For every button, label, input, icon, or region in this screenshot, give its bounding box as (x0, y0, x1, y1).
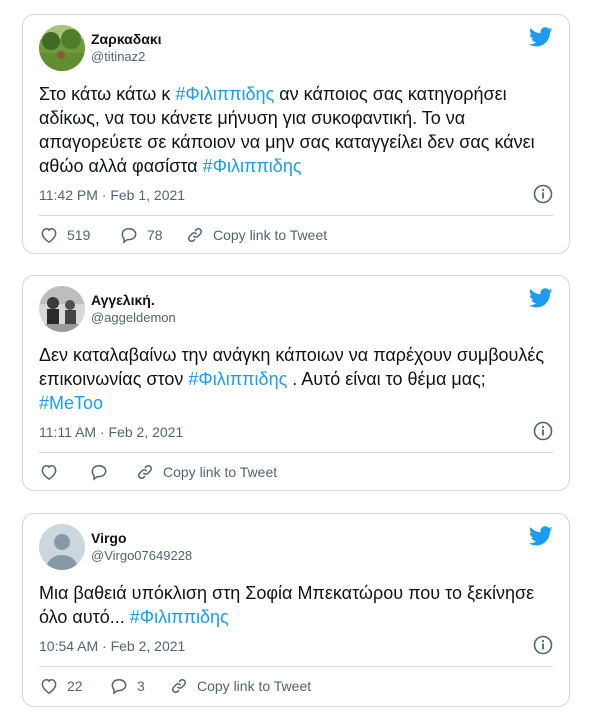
tweet-card[interactable]: Αγγελική. @aggeldemon Δεν καταλαβαίνω τη… (22, 275, 570, 491)
reply-button[interactable]: 3 (109, 675, 145, 697)
divider (39, 452, 553, 453)
hashtag-link[interactable]: #MeToo (39, 393, 103, 413)
avatar[interactable] (39, 25, 85, 71)
user-handle[interactable]: @titinaz2 (91, 49, 145, 64)
tweet-timestamp[interactable]: 11:42 PM · Feb 1, 2021 (39, 187, 185, 203)
tweet-timestamp[interactable]: 11:11 AM · Feb 2, 2021 (39, 424, 183, 440)
reply-count: 78 (147, 227, 163, 243)
tweet-text-part: Μια βαθειά υπόκλιση στη Σοφία Μπεκατώρου… (39, 583, 535, 627)
info-icon[interactable] (533, 184, 553, 204)
divider (39, 215, 553, 216)
divider (39, 666, 553, 667)
avatar[interactable] (39, 524, 85, 570)
reply-bubble-icon (111, 678, 127, 695)
hashtag-link[interactable]: #Φιλιππιδης (188, 369, 287, 389)
copy-link-button[interactable]: Copy link to Tweet (135, 461, 277, 483)
tweet-actions: 519 78 Copy link to Tweet (39, 224, 553, 246)
twitter-bird-icon[interactable] (529, 286, 553, 310)
display-name[interactable]: Ζαρκαδακι (91, 31, 162, 47)
tweet-card[interactable]: Ζαρκαδακι @titinaz2 Στο κάτω κάτω κ #Φιλ… (22, 14, 570, 254)
link-icon (187, 227, 203, 243)
display-name[interactable]: Virgo (91, 530, 127, 546)
avatar-photo-group (39, 286, 85, 332)
copy-link-label: Copy link to Tweet (213, 227, 328, 243)
user-handle[interactable]: @aggeldemon (91, 310, 176, 325)
hashtag-link[interactable]: #Φιλιππιδης (175, 84, 274, 104)
default-avatar-icon (39, 524, 85, 570)
hashtag-link[interactable]: #Φιλιππιδης (130, 607, 229, 627)
reply-bubble-icon (91, 464, 107, 481)
tweet-text: Στο κάτω κάτω κ #Φιλιππιδης αν κάποιος σ… (39, 82, 553, 178)
tweet-card[interactable]: Virgo @Virgo07649228 Μια βαθειά υπόκλιση… (22, 513, 570, 707)
copy-link-label: Copy link to Tweet (163, 464, 278, 480)
hashtag-link[interactable]: #Φιλιππιδης (203, 156, 302, 176)
copy-link-button[interactable]: Copy link to Tweet (169, 675, 311, 697)
twitter-bird-icon[interactable] (529, 524, 553, 548)
tweet-header: Αγγελική. @aggeldemon (39, 286, 553, 332)
like-count: 22 (67, 678, 83, 694)
like-button[interactable]: 22 (39, 675, 83, 697)
link-icon (137, 464, 153, 480)
heart-icon (41, 678, 57, 694)
link-icon (171, 678, 187, 694)
tweet-text: Μια βαθειά υπόκλιση στη Σοφία Μπεκατώρου… (39, 581, 553, 629)
like-button[interactable] (39, 461, 67, 483)
avatar[interactable] (39, 286, 85, 332)
reply-count: 3 (137, 678, 145, 694)
tweet-actions: 22 3 Copy link to Tweet (39, 675, 553, 697)
copy-link-button[interactable]: Copy link to Tweet (185, 224, 327, 246)
heart-icon (41, 464, 57, 480)
tweet-actions: Copy link to Tweet (39, 461, 553, 483)
display-name[interactable]: Αγγελική. (91, 292, 155, 308)
tweet-timestamp[interactable]: 10:54 AM · Feb 2, 2021 (39, 638, 185, 654)
reply-button[interactable]: 78 (119, 224, 163, 246)
info-icon[interactable] (533, 421, 553, 441)
like-count: 519 (67, 227, 91, 243)
user-handle[interactable]: @Virgo07649228 (91, 548, 192, 563)
tweet-header: Virgo @Virgo07649228 (39, 524, 553, 570)
heart-icon (41, 227, 57, 243)
tweet-text: Δεν καταλαβαίνω την ανάγκη κάποιων να πα… (39, 343, 553, 415)
tweet-header: Ζαρκαδακι @titinaz2 (39, 25, 553, 71)
tweet-text-part: Στο κάτω κάτω κ (39, 84, 176, 104)
reply-button[interactable] (89, 461, 117, 483)
reply-bubble-icon (121, 227, 137, 244)
twitter-bird-icon[interactable] (529, 25, 553, 49)
avatar-photo-garden (39, 25, 85, 71)
copy-link-label: Copy link to Tweet (197, 678, 312, 694)
like-button[interactable]: 519 (39, 224, 90, 246)
tweet-text-part: . Αυτό είναι το θέμα μας; (287, 369, 486, 389)
info-icon[interactable] (533, 635, 553, 655)
